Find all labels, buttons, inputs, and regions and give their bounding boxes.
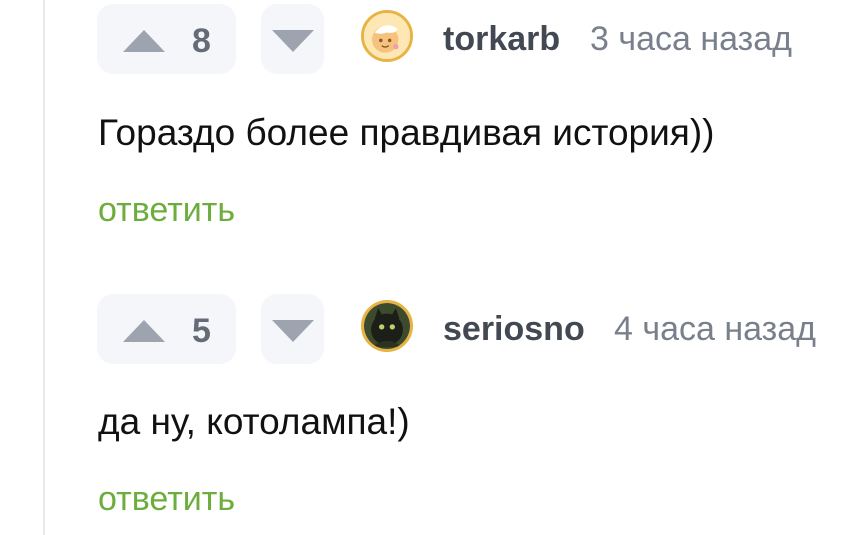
- arrow-up-icon: [123, 320, 165, 342]
- rating-count: 8: [192, 22, 211, 60]
- cake-avatar-icon: [364, 13, 410, 59]
- upvote-button[interactable]: 5: [97, 294, 236, 364]
- comment-time: 3 часа назад: [590, 20, 792, 58]
- avatar[interactable]: [361, 10, 413, 62]
- arrow-down-icon: [272, 320, 314, 342]
- black-cat-avatar-icon: [364, 303, 410, 349]
- downvote-button[interactable]: [261, 294, 324, 364]
- arrow-down-icon: [272, 30, 314, 52]
- reply-link[interactable]: ответить: [98, 479, 235, 519]
- reply-link[interactable]: ответить: [98, 190, 235, 230]
- comment-time: 4 часа назад: [614, 310, 816, 348]
- comment-text: да ну, котолампа!): [98, 401, 410, 442]
- username[interactable]: torkarb: [443, 19, 560, 59]
- downvote-button[interactable]: [261, 4, 324, 74]
- avatar[interactable]: [361, 300, 413, 352]
- comment-text: Гораздо более правдивая история)): [98, 112, 715, 153]
- thread-line: [43, 0, 45, 535]
- comment-header: 8 torkarb 3 часа назад: [97, 0, 857, 80]
- arrow-up-icon: [123, 30, 165, 52]
- comment: 5 seriosno 4 часа назад да ну, котолампа…: [97, 290, 857, 518]
- username[interactable]: seriosno: [443, 309, 585, 349]
- comment-header: 5 seriosno 4 часа назад: [97, 290, 857, 370]
- rating-count: 5: [192, 312, 211, 350]
- comment: 8 torkarb 3 часа назад Гораздо более пра…: [97, 0, 857, 229]
- upvote-button[interactable]: 8: [97, 4, 236, 74]
